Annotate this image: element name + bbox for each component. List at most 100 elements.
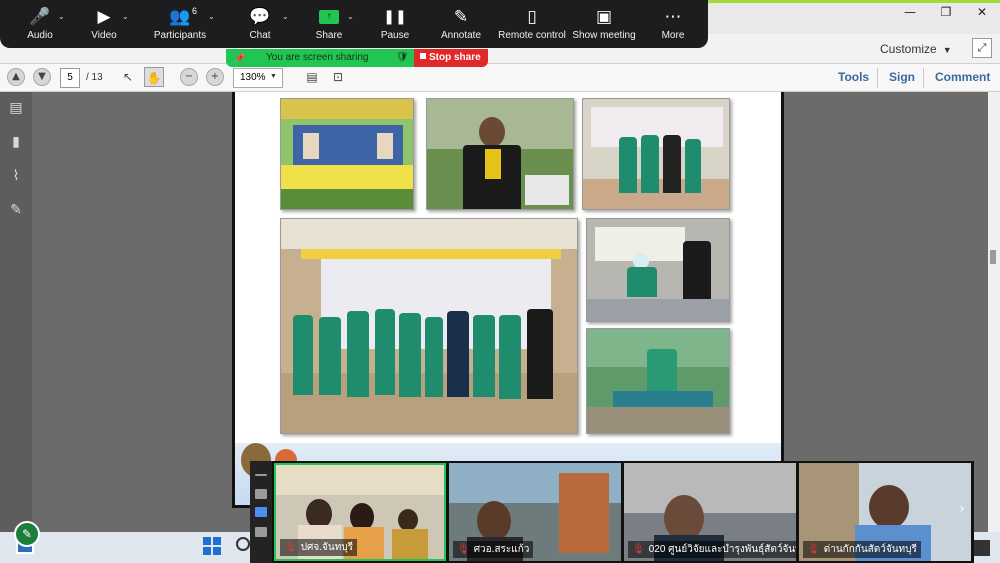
participants-icon: 👥 xyxy=(169,7,191,27)
video-camera-icon: ▶ xyxy=(97,7,111,27)
zoom-out-icon[interactable]: − xyxy=(180,68,198,86)
expand-strip-icon[interactable] xyxy=(255,545,267,555)
tray-icon[interactable] xyxy=(974,540,990,556)
video-label: Video xyxy=(91,30,117,41)
chat-button[interactable]: 💬 Chat xyxy=(240,0,280,48)
chevron-down-icon[interactable]: ⌄ xyxy=(58,12,65,21)
grid-view-icon[interactable] xyxy=(255,527,267,537)
annotate-pen-icon: ✎ xyxy=(453,7,469,27)
navigation-sidebar: ▤ ▮ ⌇ ✎ xyxy=(0,92,32,532)
microphone-icon: 🎤 xyxy=(29,7,51,27)
close-button[interactable]: ✕ xyxy=(964,3,1000,23)
chevron-down-icon[interactable]: ⌄ xyxy=(282,12,289,21)
select-tool-icon[interactable]: ↖ xyxy=(118,67,138,87)
participants-button[interactable]: 👥 Participants xyxy=(150,0,210,48)
sign-link[interactable]: Sign xyxy=(889,70,915,84)
minimize-strip-icon[interactable] xyxy=(255,474,267,476)
participant-name: ปศจ.จันทบุรี xyxy=(300,542,354,553)
page-number-input[interactable]: 5 xyxy=(60,68,80,88)
video-button[interactable]: ▶ Video xyxy=(84,0,124,48)
video-tile[interactable]: 🎙 ศวอ.สระแก้ว xyxy=(449,463,621,561)
muted-microphone-icon: 🎙 xyxy=(457,544,470,555)
comment-link[interactable]: Comment xyxy=(935,70,990,84)
photo-stage-banner xyxy=(280,98,414,210)
remote-control-label: Remote control xyxy=(498,30,566,41)
screen-sharing-banner[interactable]: 📌 You are screen sharing 🛡 xyxy=(226,49,414,67)
share-screen-icon: ↑ xyxy=(319,10,339,24)
chat-label: Chat xyxy=(249,30,271,41)
more-label: More xyxy=(661,30,685,41)
restore-button[interactable]: ❐ xyxy=(928,3,964,23)
chevron-down-icon[interactable]: ▼ xyxy=(270,73,277,80)
participants-label: Participants xyxy=(153,30,207,41)
mouse-icon: ▯ xyxy=(527,7,537,27)
pdf-page xyxy=(232,92,784,508)
divider xyxy=(877,68,878,88)
zoom-in-icon[interactable]: + xyxy=(206,68,224,86)
annotation-pen-icon[interactable]: ✎ xyxy=(14,521,40,547)
signature-icon[interactable]: ✎ xyxy=(7,202,25,220)
minimize-button[interactable]: — xyxy=(892,3,928,23)
more-button[interactable]: ⋯ More xyxy=(653,0,693,48)
share-label: Share xyxy=(315,30,343,41)
shield-icon: 🛡 xyxy=(396,52,409,63)
meeting-window-icon: ▣ xyxy=(595,7,613,27)
pause-share-button[interactable]: ❚❚ Pause xyxy=(375,0,415,48)
page-total: / 13 xyxy=(86,72,103,83)
hand-tool-icon[interactable]: ✋ xyxy=(144,67,164,87)
stop-share-label: Stop share xyxy=(429,52,481,63)
muted-microphone-icon: 🎙 xyxy=(807,544,820,555)
remote-control-button[interactable]: ▯ Remote control xyxy=(497,0,567,48)
scrollbar-thumb[interactable] xyxy=(990,250,996,264)
previous-page-icon[interactable]: ▲ xyxy=(7,68,25,86)
photo-lab-table xyxy=(586,328,730,434)
show-meeting-button[interactable]: ▣ Show meeting xyxy=(571,0,637,48)
muted-microphone-icon: 🎙 xyxy=(284,542,297,553)
full-screen-icon[interactable]: ⊡ xyxy=(328,67,348,87)
video-tile[interactable]: 🎙 ปศจ.จันทบุรี xyxy=(274,463,446,561)
annotate-button[interactable]: ✎ Annotate xyxy=(437,0,485,48)
expand-icon[interactable]: ⤢ xyxy=(972,38,992,58)
pause-icon: ❚❚ xyxy=(383,9,407,25)
stop-share-button[interactable]: Stop share xyxy=(414,49,488,67)
participants-count-badge: 6 xyxy=(192,6,198,16)
chat-icon: 💬 xyxy=(249,7,271,27)
chevron-down-icon: ▼ xyxy=(942,45,952,55)
more-options-icon: ⋯ xyxy=(664,7,682,27)
show-meeting-label: Show meeting xyxy=(572,30,636,41)
photo-speaker xyxy=(426,98,574,210)
chevron-down-icon[interactable]: ⌄ xyxy=(122,12,129,21)
muted-microphone-icon: 🎙 xyxy=(632,544,645,555)
chevron-right-icon[interactable]: › xyxy=(954,501,970,521)
customize-dropdown[interactable]: Customize ▼ xyxy=(880,42,952,56)
audio-button[interactable]: 🎤 Audio xyxy=(20,0,60,48)
share-button[interactable]: ↑ Share xyxy=(309,0,349,48)
participant-name: ศวอ.สระแก้ว xyxy=(473,544,530,555)
next-page-icon[interactable]: ▼ xyxy=(33,68,51,86)
participant-name-tag: 🎙 ปศจ.จันทบุรี xyxy=(280,539,358,556)
video-tile[interactable]: 🎙 ด่านกักกันสัตว์จันทบุรี xyxy=(799,463,971,561)
participant-name-tag: 🎙020 ศูนย์วิจัยและบำรุงพันธุ์สัตว์จันทบุ… xyxy=(628,541,796,558)
participant-name: ด่านกักกันสัตว์จันทบุรี xyxy=(823,544,917,555)
vertical-scrollbar[interactable] xyxy=(988,92,1000,532)
chevron-down-icon[interactable]: ⌄ xyxy=(347,12,354,21)
participant-name-tag: 🎙 ศวอ.สระแก้ว xyxy=(453,541,534,558)
bookmark-icon[interactable]: ▮ xyxy=(7,134,25,152)
strip-view-icon[interactable] xyxy=(255,507,267,517)
windows-start-icon[interactable] xyxy=(203,537,221,555)
video-tile[interactable]: 🎙020 ศูนย์วิจัยและบำรุงพันธุ์สัตว์จันทบุ… xyxy=(624,463,796,561)
search-icon[interactable] xyxy=(236,537,250,551)
chevron-down-icon[interactable]: ⌄ xyxy=(208,12,215,21)
fit-page-icon[interactable]: ▤ xyxy=(302,67,322,87)
single-view-icon[interactable] xyxy=(255,489,267,499)
zoom-meeting-controls: 🎤 Audio ⌄ ▶ Video ⌄ 👥 Participants 6 ⌄ 💬… xyxy=(0,0,708,48)
stop-icon xyxy=(420,53,426,59)
window-controls: — ❐ ✕ xyxy=(892,3,1000,23)
pages-panel-icon[interactable]: ▤ xyxy=(7,100,25,118)
photo-group-small xyxy=(582,98,730,210)
screen-sharing-text: You are screen sharing xyxy=(266,52,369,63)
tools-link[interactable]: Tools xyxy=(838,70,869,84)
pin-icon: 📌 xyxy=(234,53,246,63)
divider xyxy=(923,68,924,88)
attachment-icon[interactable]: ⌇ xyxy=(7,168,25,186)
